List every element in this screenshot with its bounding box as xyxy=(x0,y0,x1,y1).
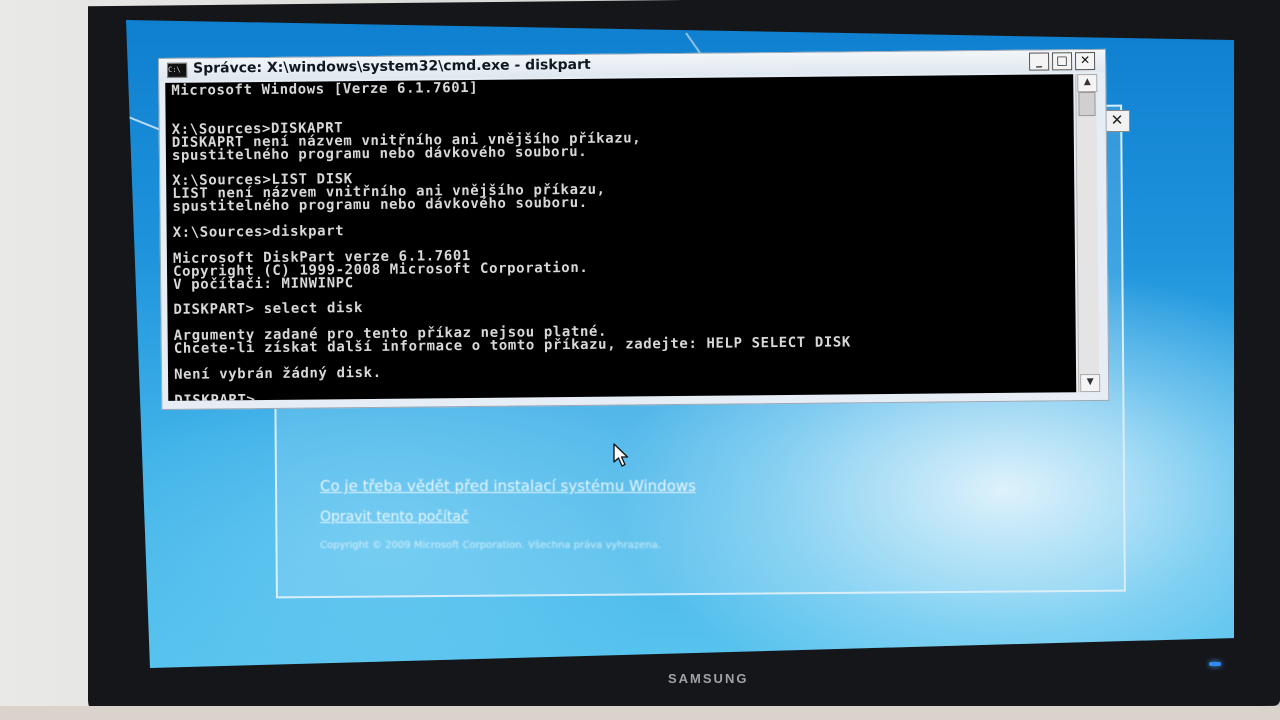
close-button[interactable]: ✕ xyxy=(1074,52,1096,71)
console-scrollbar[interactable]: ▲ ▼ xyxy=(1075,73,1101,393)
console-text: Microsoft Windows [Verze 6.1.7601] X:\So… xyxy=(171,79,851,401)
setup-copyright: Copyright © 2009 Microsoft Corporation. … xyxy=(320,540,661,551)
scroll-thumb[interactable] xyxy=(1078,92,1096,117)
monitor-brand-logo: SAMSUNG xyxy=(668,671,749,686)
desk-surface xyxy=(0,706,1280,720)
minimize-button[interactable]: _ xyxy=(1028,52,1050,71)
maximize-button[interactable]: □ xyxy=(1051,52,1073,71)
console-output[interactable]: Microsoft Windows [Verze 6.1.7601] X:\So… xyxy=(165,74,1077,401)
cmd-window-title: Správce: X:\windows\system32\cmd.exe - d… xyxy=(193,56,591,77)
window-controls: _ □ ✕ xyxy=(1028,52,1096,71)
install-info-link[interactable]: Co je třeba vědět před instalací systému… xyxy=(320,477,696,495)
scroll-up-button[interactable]: ▲ xyxy=(1077,73,1098,93)
console-icon: C:\ xyxy=(167,62,188,78)
mouse-pointer-icon xyxy=(613,443,629,467)
setup-close-button[interactable]: ✕ xyxy=(1104,110,1130,132)
scroll-down-button[interactable]: ▼ xyxy=(1080,373,1101,393)
power-led xyxy=(1209,662,1221,666)
cmd-window[interactable]: C:\ Správce: X:\windows\system32\cmd.exe… xyxy=(158,48,1110,410)
repair-computer-link[interactable]: Opravit tento počítač xyxy=(320,509,469,525)
